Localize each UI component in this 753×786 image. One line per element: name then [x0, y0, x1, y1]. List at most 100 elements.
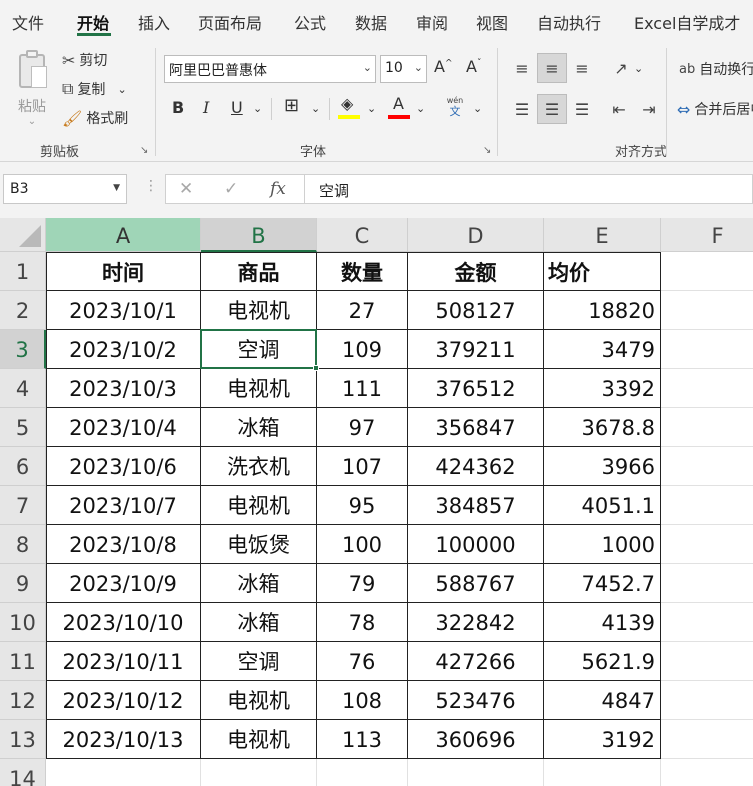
orientation-dropdown-icon[interactable]: ⌄: [634, 62, 643, 75]
table-cell[interactable]: 空调: [201, 642, 317, 681]
tab-file[interactable]: 文件: [12, 10, 44, 34]
table-cell[interactable]: 2023/10/13: [46, 720, 201, 759]
tab-automate[interactable]: 自动执行: [537, 10, 601, 34]
cancel-icon[interactable]: ✕: [179, 179, 193, 199]
shrink-font-button[interactable]: Aˇ: [466, 57, 481, 76]
insert-function-icon[interactable]: fx: [270, 179, 286, 199]
table-cell[interactable]: 电视机: [201, 681, 317, 720]
table-cell[interactable]: 空调: [201, 330, 317, 369]
table-cell[interactable]: 2023/10/3: [46, 369, 201, 408]
tab-excel-learning[interactable]: Excel自学成才: [634, 10, 740, 34]
table-cell[interactable]: 427266: [408, 642, 544, 681]
row-header-5[interactable]: 5: [0, 408, 46, 447]
row-header-12[interactable]: 12: [0, 681, 46, 720]
header-cell[interactable]: 均价: [544, 252, 661, 291]
table-cell[interactable]: 108: [317, 681, 408, 720]
table-cell[interactable]: 384857: [408, 486, 544, 525]
more-icon[interactable]: ⋮: [144, 178, 158, 194]
column-header-b[interactable]: B: [201, 218, 317, 252]
table-cell[interactable]: 洗衣机: [201, 447, 317, 486]
column-header-d[interactable]: D: [408, 218, 544, 252]
column-header-e[interactable]: E: [544, 218, 661, 252]
align-top-button[interactable]: ≡: [507, 53, 537, 83]
table-cell[interactable]: 电饭煲: [201, 525, 317, 564]
empty-cell[interactable]: [661, 252, 753, 291]
borders-dropdown-icon[interactable]: ⌄: [311, 102, 320, 115]
empty-cell[interactable]: [661, 330, 753, 369]
row-header-9[interactable]: 9: [0, 564, 46, 603]
table-cell[interactable]: 2023/10/10: [46, 603, 201, 642]
row-header-4[interactable]: 4: [0, 369, 46, 408]
table-cell[interactable]: 18820: [544, 291, 661, 330]
table-cell[interactable]: 79: [317, 564, 408, 603]
table-cell[interactable]: 3966: [544, 447, 661, 486]
row-header-11[interactable]: 11: [0, 642, 46, 681]
row-header-10[interactable]: 10: [0, 603, 46, 642]
empty-cell[interactable]: [661, 603, 753, 642]
table-cell[interactable]: 7452.7: [544, 564, 661, 603]
table-cell[interactable]: 3678.8: [544, 408, 661, 447]
empty-cell[interactable]: [661, 564, 753, 603]
tab-insert[interactable]: 插入: [138, 10, 170, 34]
table-cell[interactable]: 2023/10/9: [46, 564, 201, 603]
borders-icon[interactable]: ⊞: [284, 95, 299, 116]
tab-home[interactable]: 开始: [77, 10, 109, 34]
table-cell[interactable]: 电视机: [201, 486, 317, 525]
row-header-1[interactable]: 1: [0, 252, 46, 291]
paste-button[interactable]: 粘贴 ⌄: [10, 50, 54, 128]
bold-button[interactable]: B: [172, 98, 184, 117]
empty-cell[interactable]: [661, 291, 753, 330]
table-cell[interactable]: 95: [317, 486, 408, 525]
copy-dropdown-icon[interactable]: ⌄: [117, 83, 126, 96]
column-header-c[interactable]: C: [317, 218, 408, 252]
empty-cell[interactable]: [661, 525, 753, 564]
decrease-indent-button[interactable]: ⇤: [604, 94, 634, 124]
table-cell[interactable]: 322842: [408, 603, 544, 642]
grow-font-button[interactable]: A^: [434, 57, 453, 76]
font-color-dropdown-icon[interactable]: ⌄: [416, 102, 425, 115]
table-cell[interactable]: 2023/10/7: [46, 486, 201, 525]
empty-cell[interactable]: [661, 720, 753, 759]
table-cell[interactable]: 76: [317, 642, 408, 681]
empty-cell[interactable]: [544, 759, 661, 786]
font-dialog-launcher-icon[interactable]: ↘: [483, 145, 491, 156]
name-box[interactable]: B3 ▼: [3, 174, 127, 204]
table-cell[interactable]: 冰箱: [201, 564, 317, 603]
empty-cell[interactable]: [661, 681, 753, 720]
align-right-button[interactable]: ☰: [567, 94, 597, 124]
align-bottom-button[interactable]: ≡: [567, 53, 597, 83]
align-middle-button[interactable]: ≡: [537, 53, 567, 83]
empty-cell[interactable]: [46, 759, 201, 786]
table-cell[interactable]: 2023/10/6: [46, 447, 201, 486]
header-cell[interactable]: 商品: [201, 252, 317, 291]
empty-cell[interactable]: [661, 369, 753, 408]
table-cell[interactable]: 424362: [408, 447, 544, 486]
table-cell[interactable]: 27: [317, 291, 408, 330]
table-cell[interactable]: 107: [317, 447, 408, 486]
table-cell[interactable]: 379211: [408, 330, 544, 369]
table-cell[interactable]: 电视机: [201, 720, 317, 759]
clipboard-dialog-launcher-icon[interactable]: ↘: [140, 145, 148, 156]
table-cell[interactable]: 2023/10/1: [46, 291, 201, 330]
align-left-button[interactable]: ☰: [507, 94, 537, 124]
align-center-button[interactable]: ☰: [537, 94, 567, 124]
table-cell[interactable]: 3392: [544, 369, 661, 408]
cut-button[interactable]: ✂ 剪切: [62, 50, 107, 70]
tab-data[interactable]: 数据: [355, 10, 387, 34]
format-painter-button[interactable]: 🖌 格式刷: [62, 108, 128, 128]
underline-dropdown-icon[interactable]: ⌄: [253, 102, 262, 115]
row-header-2[interactable]: 2: [0, 291, 46, 330]
row-header-7[interactable]: 7: [0, 486, 46, 525]
row-header-6[interactable]: 6: [0, 447, 46, 486]
table-cell[interactable]: 2023/10/12: [46, 681, 201, 720]
header-cell[interactable]: 金额: [408, 252, 544, 291]
table-cell[interactable]: 360696: [408, 720, 544, 759]
column-header-a[interactable]: A: [46, 218, 201, 252]
font-size-select[interactable]: 10 ⌄: [380, 55, 427, 83]
table-cell[interactable]: 100000: [408, 525, 544, 564]
paste-dropdown-icon[interactable]: ⌄: [28, 116, 36, 127]
table-cell[interactable]: 111: [317, 369, 408, 408]
enter-icon[interactable]: ✓: [224, 179, 238, 199]
wrap-text-button[interactable]: ab 自动换行: [679, 59, 753, 79]
merge-center-button[interactable]: ⇔ 合并后居中: [677, 99, 753, 119]
